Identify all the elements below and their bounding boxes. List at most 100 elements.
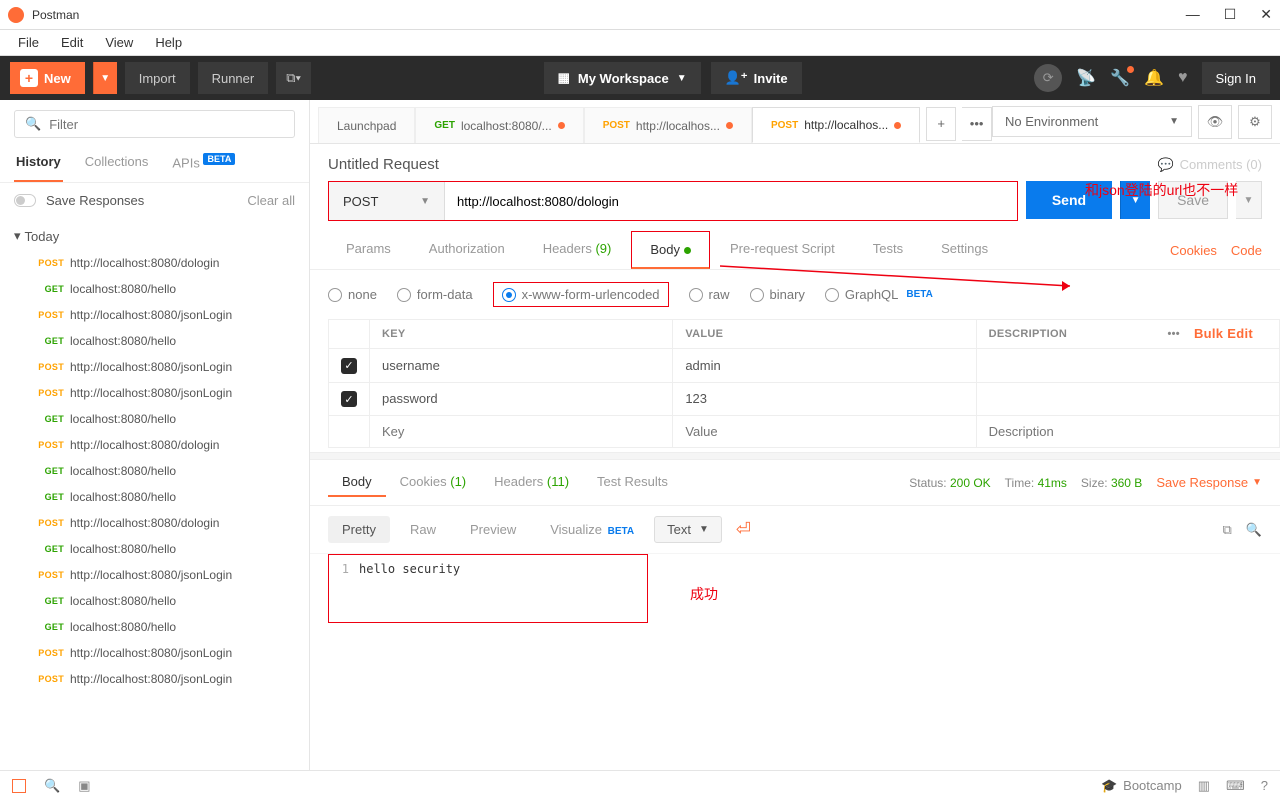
tab-prerequest[interactable]: Pre-request Script [712, 231, 853, 269]
response-tab-tests[interactable]: Test Results [583, 468, 682, 497]
clear-all-link[interactable]: Clear all [247, 193, 295, 208]
view-raw-button[interactable]: Raw [396, 516, 450, 543]
description-input[interactable] [989, 424, 1267, 439]
cookies-link[interactable]: Cookies [1170, 243, 1217, 258]
param-desc[interactable] [976, 382, 1279, 416]
tab-settings[interactable]: Settings [923, 231, 1006, 269]
history-item[interactable]: POSThttp://localhost:8080/dologin [14, 250, 287, 276]
param-key[interactable]: password [370, 382, 673, 416]
open-new-tab-button[interactable]: ⧉▾ [276, 62, 311, 94]
request-tab[interactable]: GETlocalhost:8080/... [415, 107, 583, 143]
body-raw-radio[interactable]: raw [689, 287, 730, 302]
code-link[interactable]: Code [1231, 243, 1262, 258]
wrap-lines-icon[interactable]: ⏎ [736, 519, 751, 540]
history-item[interactable]: GETlocalhost:8080/hello [14, 328, 287, 354]
history-item[interactable]: POSThttp://localhost:8080/jsonLogin [14, 380, 287, 406]
history-item[interactable]: POSThttp://localhost:8080/jsonLogin [14, 640, 287, 666]
value-input[interactable] [685, 424, 963, 439]
tab-headers[interactable]: Headers (9) [525, 231, 630, 269]
new-dropdown-button[interactable]: ▼ [93, 62, 117, 94]
new-button[interactable]: +New [10, 62, 85, 94]
sidebar-tab-history[interactable]: History [14, 144, 63, 182]
help-icon[interactable]: ? [1261, 778, 1268, 793]
add-tab-button[interactable]: + [926, 107, 956, 141]
search-response-icon[interactable]: 🔍 [1246, 522, 1262, 538]
body-none-radio[interactable]: none [328, 287, 377, 302]
param-value[interactable]: 123 [673, 382, 976, 416]
response-body-text[interactable]: 1hello security [328, 554, 648, 623]
bootcamp-link[interactable]: 🎓Bootcamp [1101, 778, 1182, 794]
tab-more-button[interactable]: ••• [962, 107, 992, 141]
sidebar-tab-apis[interactable]: APIs BETA [170, 144, 237, 182]
invite-button[interactable]: 👤⁺Invite [711, 62, 802, 94]
menu-view[interactable]: View [95, 33, 143, 52]
menu-edit[interactable]: Edit [51, 33, 93, 52]
runner-button[interactable]: Runner [198, 62, 269, 94]
tab-authorization[interactable]: Authorization [411, 231, 523, 269]
body-formdata-radio[interactable]: form-data [397, 287, 473, 302]
filter-input[interactable] [49, 117, 284, 132]
tab-params[interactable]: Params [328, 231, 409, 269]
history-item[interactable]: POSThttp://localhost:8080/jsonLogin [14, 354, 287, 380]
body-graphql-radio[interactable]: GraphQLBETA [825, 287, 933, 302]
history-item[interactable]: POSThttp://localhost:8080/dologin [14, 432, 287, 458]
request-tab[interactable]: POSThttp://localhos... [584, 107, 752, 143]
sidebar-filter[interactable]: 🔍 [14, 110, 295, 138]
env-quicklook-button[interactable]: 👁 [1198, 105, 1232, 139]
satellite-icon[interactable]: 📡 [1076, 68, 1096, 88]
url-input[interactable] [445, 182, 1017, 220]
workspace-selector[interactable]: ▦My Workspace▼ [544, 62, 701, 94]
menu-help[interactable]: Help [145, 33, 192, 52]
request-tab[interactable]: POSThttp://localhos... [752, 107, 920, 143]
request-name[interactable]: Untitled Request [328, 156, 1157, 173]
param-row[interactable]: ✓usernameadmin [329, 349, 1280, 383]
response-tab-cookies[interactable]: Cookies (1) [386, 468, 480, 497]
param-value[interactable]: admin [673, 349, 976, 383]
response-tab-body[interactable]: Body [328, 468, 386, 497]
sync-icon[interactable]: ⟳ [1034, 64, 1062, 92]
import-button[interactable]: Import [125, 62, 190, 94]
checkbox-icon[interactable]: ✓ [341, 391, 357, 407]
layout-icon-2[interactable]: ⌨ [1226, 778, 1245, 794]
http-method-dropdown[interactable]: POST▼ [329, 182, 445, 220]
settings-gear-button[interactable]: ⚙ [1238, 105, 1272, 139]
history-item[interactable]: GETlocalhost:8080/hello [14, 406, 287, 432]
history-item[interactable]: GETlocalhost:8080/hello [14, 458, 287, 484]
bell-icon[interactable]: 🔔 [1144, 68, 1164, 88]
history-item[interactable]: GETlocalhost:8080/hello [14, 536, 287, 562]
history-item[interactable]: POSThttp://localhost:8080/jsonLogin [14, 562, 287, 588]
heart-icon[interactable]: ♥ [1178, 69, 1188, 87]
tab-tests[interactable]: Tests [855, 231, 921, 269]
console-icon[interactable]: ▣ [78, 778, 90, 794]
history-item[interactable]: POSThttp://localhost:8080/dologin [14, 510, 287, 536]
layout-icon-1[interactable]: ▥ [1198, 778, 1210, 794]
find-icon[interactable]: 🔍 [44, 778, 60, 794]
more-icon[interactable]: ••• [1167, 328, 1179, 340]
view-pretty-button[interactable]: Pretty [328, 516, 390, 543]
param-key[interactable]: username [370, 349, 673, 383]
key-input[interactable] [382, 424, 660, 439]
panel-toggle-icon[interactable] [12, 779, 26, 793]
window-maximize-button[interactable]: ☐ [1224, 6, 1237, 23]
menu-file[interactable]: File [8, 33, 49, 52]
history-item[interactable]: GETlocalhost:8080/hello [14, 588, 287, 614]
param-row-empty[interactable] [329, 416, 1280, 448]
response-tab-headers[interactable]: Headers (11) [480, 468, 583, 497]
view-preview-button[interactable]: Preview [456, 516, 530, 543]
history-item[interactable]: GETlocalhost:8080/hello [14, 276, 287, 302]
history-item[interactable]: POSThttp://localhost:8080/jsonLogin [14, 666, 287, 692]
view-visualize-button[interactable]: Visualize BETA [536, 516, 648, 543]
param-desc[interactable] [976, 349, 1279, 383]
save-response-link[interactable]: Save Response ▼ [1156, 475, 1262, 490]
bulk-edit-link[interactable]: Bulk Edit [1194, 326, 1253, 341]
response-format-dropdown[interactable]: Text▼ [654, 516, 722, 543]
body-urlencoded-radio[interactable]: x-www-form-urlencoded [493, 282, 669, 307]
sidebar-tab-collections[interactable]: Collections [83, 144, 151, 182]
save-dropdown-button[interactable]: ▼ [1236, 181, 1262, 219]
comments-link[interactable]: 💬Comments (0) [1157, 157, 1262, 173]
tab-body[interactable]: Body [631, 231, 710, 269]
wrench-icon[interactable]: 🔧 [1110, 68, 1130, 88]
history-item[interactable]: POSThttp://localhost:8080/jsonLogin [14, 302, 287, 328]
param-row[interactable]: ✓ password123 [329, 382, 1280, 416]
history-item[interactable]: GETlocalhost:8080/hello [14, 614, 287, 640]
